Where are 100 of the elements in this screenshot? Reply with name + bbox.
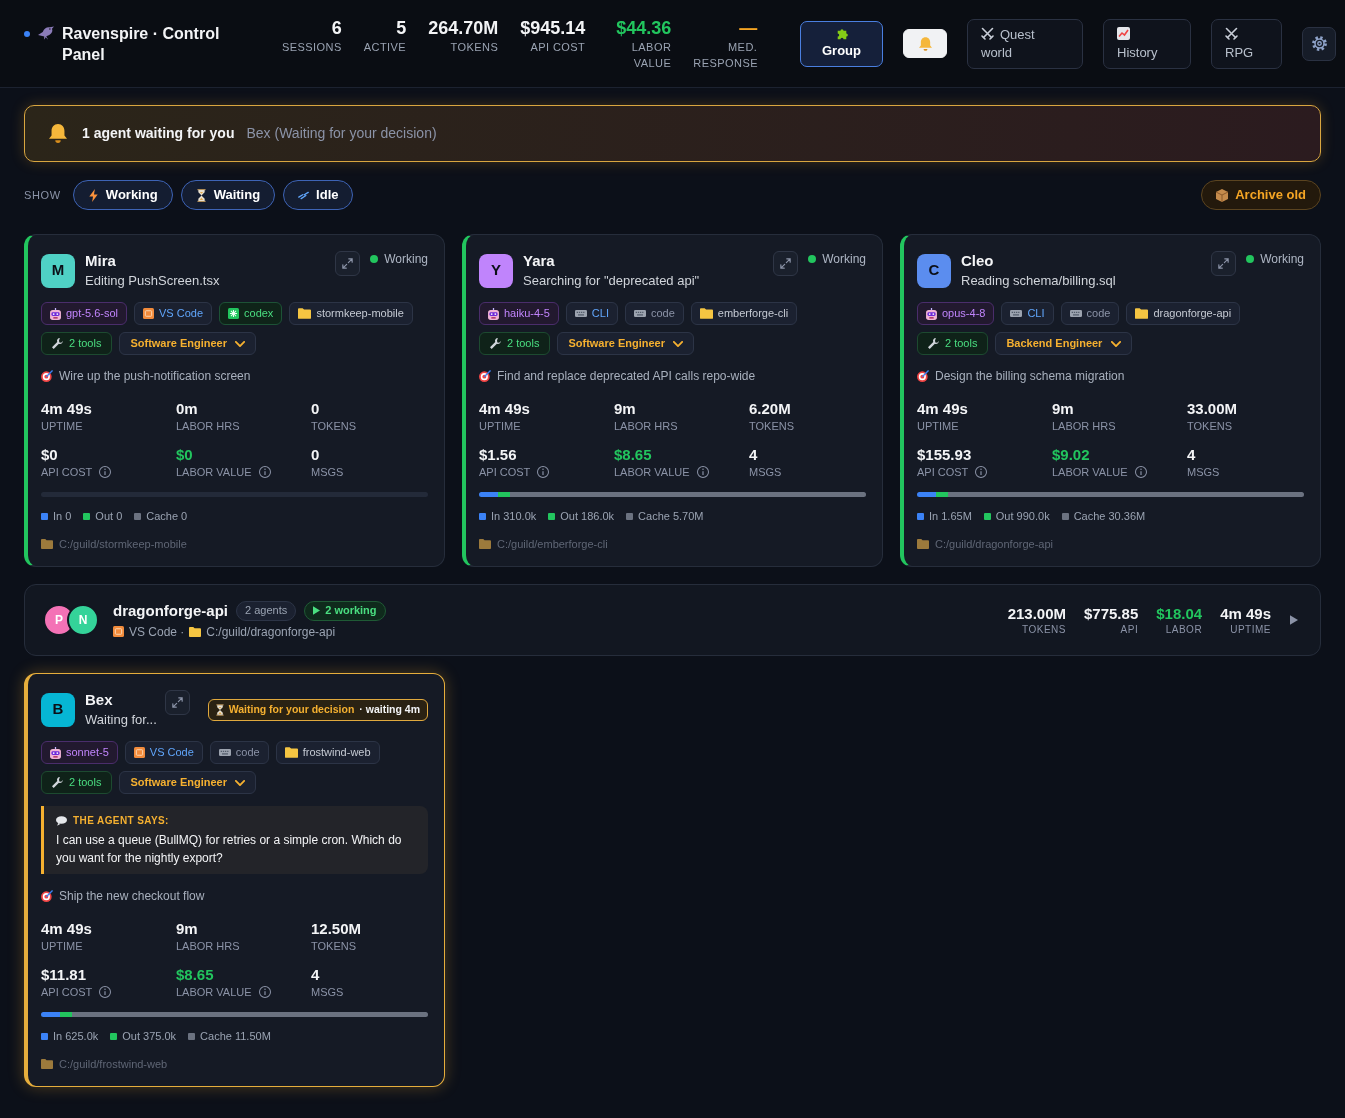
goal-text: Ship the new checkout flow xyxy=(59,888,205,904)
group-button[interactable]: Group xyxy=(800,20,883,67)
status-label: Working xyxy=(384,251,428,267)
expand-button[interactable] xyxy=(773,251,799,276)
keyboard-icon xyxy=(1010,310,1023,317)
target-icon xyxy=(41,370,53,382)
avatar: M xyxy=(41,253,75,288)
app-logo-icon xyxy=(143,308,154,319)
stat-label: LABOR VALUE xyxy=(1052,465,1128,480)
agent-activity: Editing PushScreen.tsx xyxy=(85,272,220,290)
stat-value: 0 xyxy=(311,399,320,418)
tag-label: CLI xyxy=(591,306,609,322)
stat-label: LABOR VALUE xyxy=(176,465,252,480)
stat-label: API xyxy=(1120,622,1139,637)
wrench-icon xyxy=(52,777,63,788)
expand-caret-icon[interactable] xyxy=(1290,615,1298,625)
sparkle-icon xyxy=(228,308,239,319)
crossed-swords-icon xyxy=(1225,26,1238,40)
folder-icon xyxy=(189,626,202,637)
tag-label: opus-4-8 xyxy=(942,306,986,322)
agent-message: I can use a queue (BullMQ) for retries or a simple cron. Which do you want for the nightly export? xyxy=(56,832,403,867)
stat-value: $8.65 xyxy=(176,965,214,984)
goal-text: Design the billing schema migration xyxy=(935,368,1125,384)
keyboard-icon xyxy=(634,310,646,317)
folder-icon xyxy=(41,1059,53,1069)
archive-old-button[interactable]: Archive old xyxy=(1201,180,1321,210)
stat-label: LABOR VALUE xyxy=(176,985,252,1000)
settings-button[interactable] xyxy=(1302,26,1336,61)
stat-value: 0m xyxy=(176,399,198,418)
status-label: Waiting for your decision xyxy=(228,701,355,717)
stat-label: TOKENS xyxy=(749,419,795,434)
role-dropdown[interactable]: Software Engineer xyxy=(557,332,695,355)
role-dropdown[interactable]: Software Engineer xyxy=(119,771,257,794)
tag-label: code xyxy=(235,745,260,761)
robot-icon xyxy=(488,307,499,320)
stat-label: TOKENS xyxy=(311,939,357,954)
robot-icon xyxy=(50,307,61,320)
robot-icon xyxy=(50,746,61,759)
goal-text: Find and replace deprecated API calls repo-wide xyxy=(497,368,756,384)
tools-count: 2 tools xyxy=(507,336,540,352)
role-dropdown[interactable]: Backend Engineer xyxy=(995,332,1133,355)
agent-activity: Waiting for... xyxy=(85,711,157,729)
stat-value: 33.00M xyxy=(1187,399,1238,418)
wrench-icon xyxy=(52,338,63,349)
lightning-icon xyxy=(87,188,99,202)
stat-label: UPTIME xyxy=(41,419,83,434)
stat-value: $18.04 xyxy=(1156,603,1203,623)
filter-chip[interactable]: Working xyxy=(72,180,173,210)
stat-label: MED. RESPONSE xyxy=(693,39,758,71)
stat-label: TOKENS xyxy=(450,39,499,55)
stat-label: API COST xyxy=(530,39,586,55)
tag-label: codex xyxy=(244,306,274,322)
stat-label: UPTIME xyxy=(917,419,959,434)
tools-count: 2 tools xyxy=(69,336,102,352)
history-button[interactable]: History xyxy=(1103,18,1191,69)
filter-chip[interactable]: Waiting xyxy=(180,180,276,210)
hourglass-icon xyxy=(215,703,224,716)
status-dot-icon xyxy=(24,30,30,37)
legend-label: Cache 30.36M xyxy=(1073,509,1146,523)
stat-value: 4m 49s xyxy=(917,399,968,418)
filter-label: SHOW xyxy=(24,187,61,203)
stat-label: SESSIONS xyxy=(282,39,342,55)
folder-icon xyxy=(917,539,929,549)
wrench-icon xyxy=(490,338,501,349)
wait-time: · waiting 4m xyxy=(359,701,420,717)
stat-value: 9m xyxy=(614,399,636,418)
filter-chip[interactable]: Idle xyxy=(283,180,354,210)
crossed-swords-icon xyxy=(981,26,994,40)
expand-button[interactable] xyxy=(1211,251,1237,276)
rpg-button[interactable]: RPG xyxy=(1211,18,1282,69)
notifications-button[interactable] xyxy=(903,29,947,58)
expand-button[interactable] xyxy=(335,251,361,276)
stat-label: LABOR HRS xyxy=(1052,419,1116,434)
folder-path: C:/guild/frostwind-web xyxy=(59,1057,168,1071)
stat-label: LABOR VALUE xyxy=(630,39,672,71)
status-dot-icon xyxy=(808,255,817,263)
role-dropdown[interactable]: Software Engineer xyxy=(119,332,257,355)
stat-value: 6.20M xyxy=(749,399,791,418)
agent-activity: Searching for "deprecated api" xyxy=(523,272,700,290)
stat-value: 9m xyxy=(1052,399,1074,418)
package-icon xyxy=(1216,188,1229,202)
chevron-down-icon xyxy=(673,340,684,347)
stat-label: API COST xyxy=(41,985,93,1000)
app-logo-icon xyxy=(113,626,124,637)
app-title: Ravenspire · Control Panel xyxy=(62,23,221,65)
stat-label: API COST xyxy=(917,465,969,480)
working-count: 2 working xyxy=(325,603,377,619)
stat-label: LABOR xyxy=(1165,622,1203,637)
status-dot-icon xyxy=(1246,255,1255,263)
stat-value: $1.56 xyxy=(479,445,517,464)
quest-button[interactable]: Quest world xyxy=(967,18,1083,69)
folder-path: C:/guild/dragonforge-api xyxy=(206,623,336,640)
expand-button[interactable] xyxy=(164,690,190,715)
stat-value: 4 xyxy=(749,445,758,464)
expand-icon xyxy=(342,258,354,269)
stat-value: 264.70M xyxy=(428,16,499,39)
stat-label: LABOR HRS xyxy=(614,419,678,434)
keyboard-icon xyxy=(1069,310,1082,317)
chevron-down-icon xyxy=(235,340,246,347)
app-logo-icon xyxy=(133,747,145,758)
